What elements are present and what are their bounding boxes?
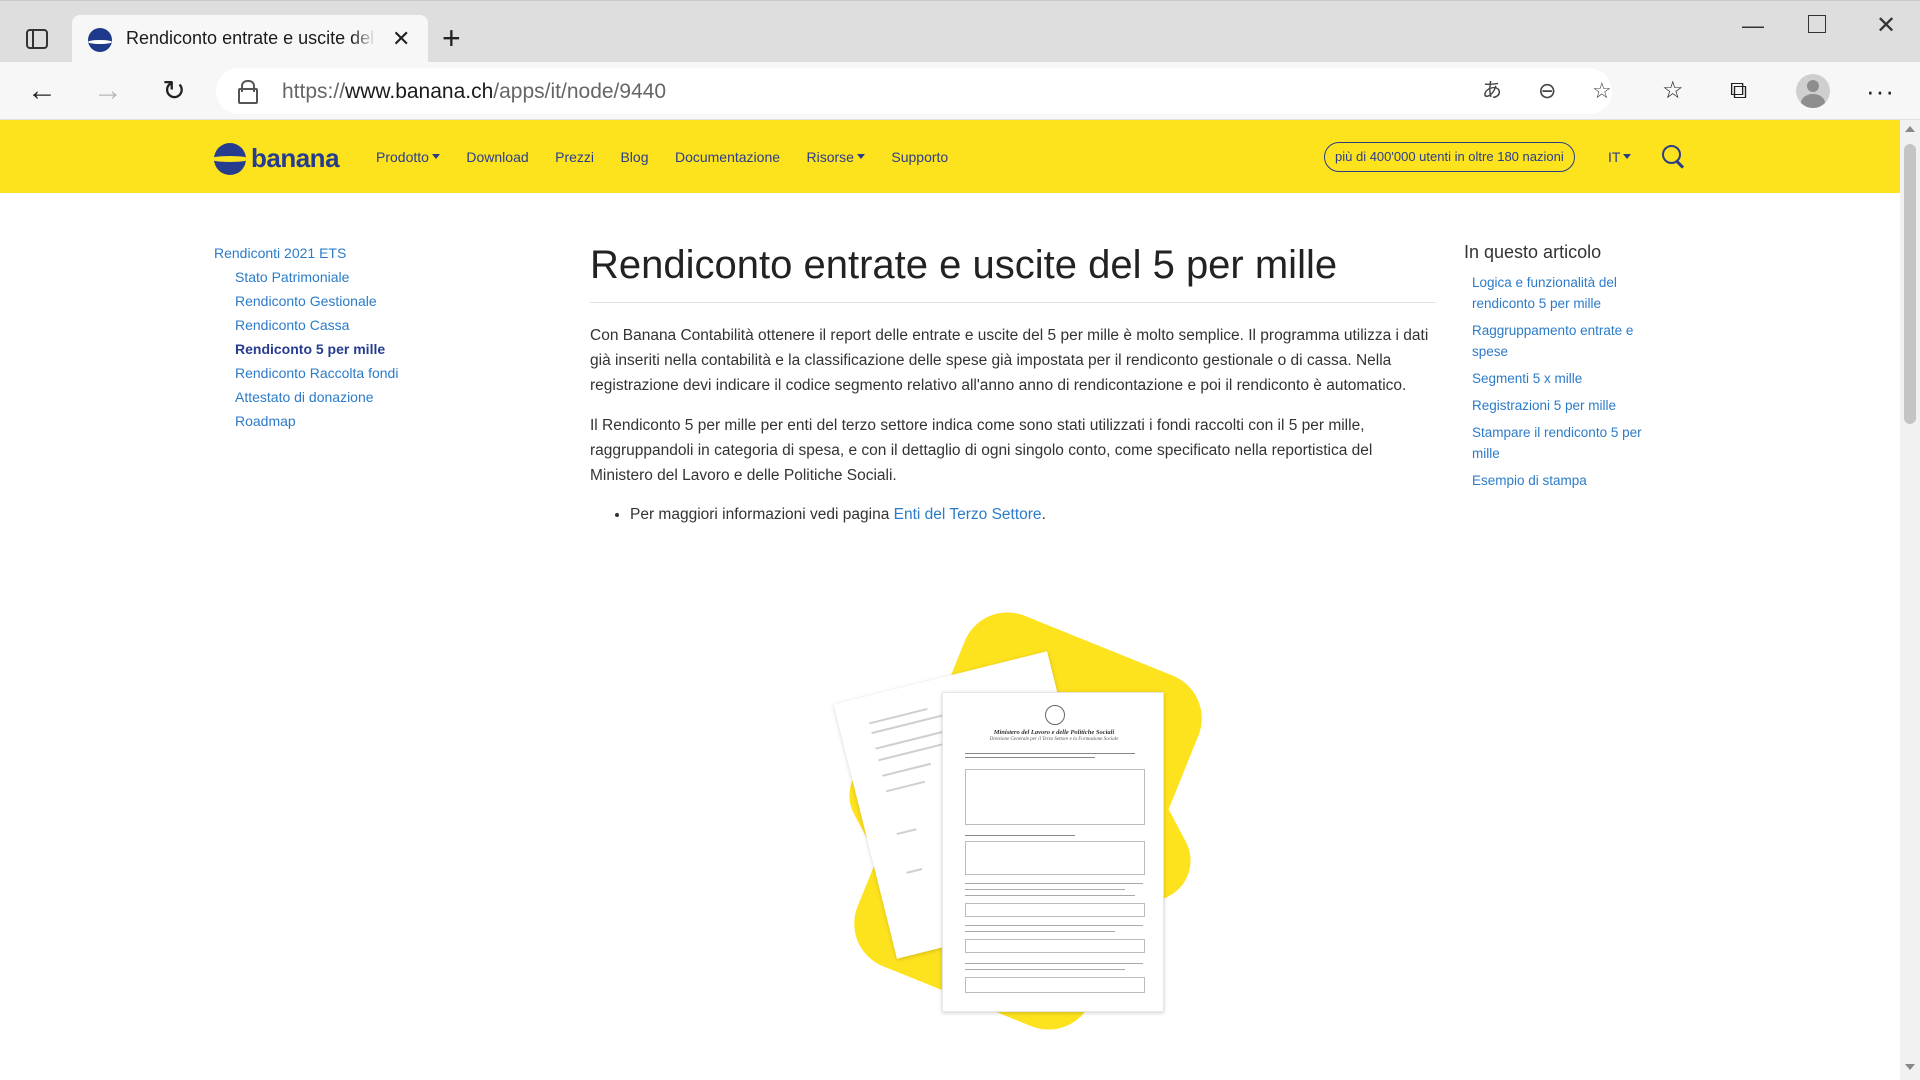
tab-actions-icon[interactable] bbox=[18, 25, 56, 55]
scroll-up-icon[interactable] bbox=[1905, 126, 1915, 132]
banana-logo[interactable]: banana bbox=[214, 141, 350, 175]
document-front: Ministero del Lavoro e delle Politiche S… bbox=[942, 692, 1164, 1012]
menu-item-prodotto[interactable]: Prodotto bbox=[376, 147, 440, 167]
lock-icon[interactable] bbox=[238, 80, 258, 104]
tab-close-icon[interactable]: ✕ bbox=[392, 27, 410, 51]
main-content: Rendiconto entrate e uscite del 5 per mi… bbox=[590, 240, 1436, 527]
description-paragraph: Il Rendiconto 5 per mille per enti del t… bbox=[590, 417, 1373, 484]
menu-item-risorse[interactable]: Risorse bbox=[806, 147, 865, 167]
leftnav-item[interactable]: Rendiconto Cassa bbox=[235, 315, 474, 335]
favorites-icon[interactable]: ☆ bbox=[1662, 76, 1684, 106]
add-favorite-icon[interactable]: ☆ bbox=[1592, 78, 1612, 104]
info-list: Per maggiori informazioni vedi pagina En… bbox=[590, 502, 1436, 527]
table-of-contents: In questo articolo Logica e funzionalità… bbox=[1464, 240, 1664, 497]
forward-icon[interactable]: → bbox=[90, 74, 126, 110]
reload-icon[interactable]: ↻ bbox=[156, 74, 192, 110]
menu-item-blog[interactable]: Blog bbox=[620, 147, 648, 167]
scroll-down-icon[interactable] bbox=[1905, 1064, 1915, 1070]
document-subheading: Direzione Generale per il Terzo Settore … bbox=[989, 737, 1119, 742]
menu-item-supporto[interactable]: Supporto bbox=[891, 147, 948, 167]
page-scrollbar[interactable] bbox=[1900, 120, 1920, 1080]
new-tab-icon[interactable]: + bbox=[442, 21, 461, 55]
leftnav-item[interactable]: Roadmap bbox=[235, 411, 474, 431]
report-illustration: Ministero del Lavoro e delle Politiche S… bbox=[818, 598, 1216, 1044]
maximize-icon[interactable] bbox=[1808, 15, 1826, 33]
document-heading: Ministero del Lavoro e delle Politiche S… bbox=[993, 729, 1115, 736]
intro-paragraph: Con Banana Contabilità ottenere il repor… bbox=[590, 327, 1429, 394]
toc-item[interactable]: Logica e funzionalità del rendiconto 5 p… bbox=[1472, 272, 1664, 314]
main-menu: Prodotto Download Prezzi Blog Documentaz… bbox=[376, 147, 970, 167]
users-badge[interactable]: più di 400'000 utenti in oltre 180 nazio… bbox=[1324, 142, 1575, 172]
toc-item[interactable]: Stampare il rendiconto 5 per mille bbox=[1472, 422, 1664, 464]
more-options-icon[interactable]: ··· bbox=[1866, 76, 1895, 106]
left-navigation: Rendiconti 2021 ETS Stato Patrimoniale R… bbox=[214, 243, 474, 435]
language-selector[interactable]: IT bbox=[1608, 148, 1632, 166]
browser-tab-bar: Rendiconto entrate e uscite del 5 per mi… bbox=[0, 0, 1920, 63]
url-text[interactable]: https://www.banana.ch/apps/it/node/9440 bbox=[282, 80, 666, 104]
close-window-icon[interactable]: ✕ bbox=[1876, 11, 1896, 41]
toc-item[interactable]: Raggruppamento entrate e spese bbox=[1472, 320, 1664, 362]
leftnav-item[interactable]: Stato Patrimoniale bbox=[235, 267, 474, 287]
menu-item-prezzi[interactable]: Prezzi bbox=[555, 147, 594, 167]
profile-avatar-icon[interactable] bbox=[1796, 74, 1830, 108]
collections-icon[interactable]: ⧉ bbox=[1730, 76, 1747, 106]
toc-title: In questo articolo bbox=[1464, 242, 1602, 262]
terzo-settore-link[interactable]: Enti del Terzo Settore bbox=[894, 506, 1042, 523]
emblem-icon bbox=[1045, 705, 1065, 725]
leftnav-item[interactable]: Attestato di donazione bbox=[235, 387, 474, 407]
address-bar[interactable]: https://www.banana.ch/apps/it/node/9440 … bbox=[216, 68, 1612, 114]
scroll-thumb[interactable] bbox=[1904, 144, 1916, 424]
caret-down-icon bbox=[856, 154, 865, 159]
toc-item[interactable]: Registrazioni 5 per mille bbox=[1472, 395, 1664, 416]
search-icon[interactable] bbox=[1662, 145, 1686, 169]
leftnav-item-active[interactable]: Rendiconto 5 per mille bbox=[235, 339, 474, 359]
leftnav-item[interactable]: Rendiconto Raccolta fondi bbox=[235, 363, 474, 383]
browser-tab[interactable]: Rendiconto entrate e uscite del 5 per mi… bbox=[72, 15, 428, 63]
banana-logo-icon bbox=[214, 143, 246, 175]
logo-text: banana bbox=[251, 143, 340, 173]
toc-item[interactable]: Segmenti 5 x mille bbox=[1472, 368, 1664, 389]
caret-down-icon bbox=[1623, 154, 1632, 159]
menu-item-download[interactable]: Download bbox=[466, 147, 528, 167]
translate-icon[interactable]: あ bbox=[1482, 78, 1502, 104]
leftnav-root-link[interactable]: Rendiconti 2021 ETS bbox=[214, 243, 474, 263]
back-icon[interactable]: ← bbox=[24, 74, 60, 110]
menu-item-documentazione[interactable]: Documentazione bbox=[675, 147, 780, 167]
banana-favicon-icon bbox=[88, 28, 112, 52]
page-title: Rendiconto entrate e uscite del 5 per mi… bbox=[590, 240, 1436, 303]
leftnav-item[interactable]: Rendiconto Gestionale bbox=[235, 291, 474, 311]
caret-down-icon bbox=[431, 154, 440, 159]
minimize-icon[interactable]: — bbox=[1742, 11, 1764, 41]
browser-toolbar: ← → ↻ https://www.banana.ch/apps/it/node… bbox=[0, 62, 1920, 120]
zoom-out-icon[interactable]: ⊖ bbox=[1538, 78, 1556, 104]
tab-title: Rendiconto entrate e uscite del 5 per mi… bbox=[126, 28, 376, 49]
info-list-item: Per maggiori informazioni vedi pagina En… bbox=[630, 502, 1436, 527]
site-header: banana Prodotto Download Prezzi Blog Doc… bbox=[0, 120, 1900, 193]
toc-item[interactable]: Esempio di stampa bbox=[1472, 470, 1664, 491]
